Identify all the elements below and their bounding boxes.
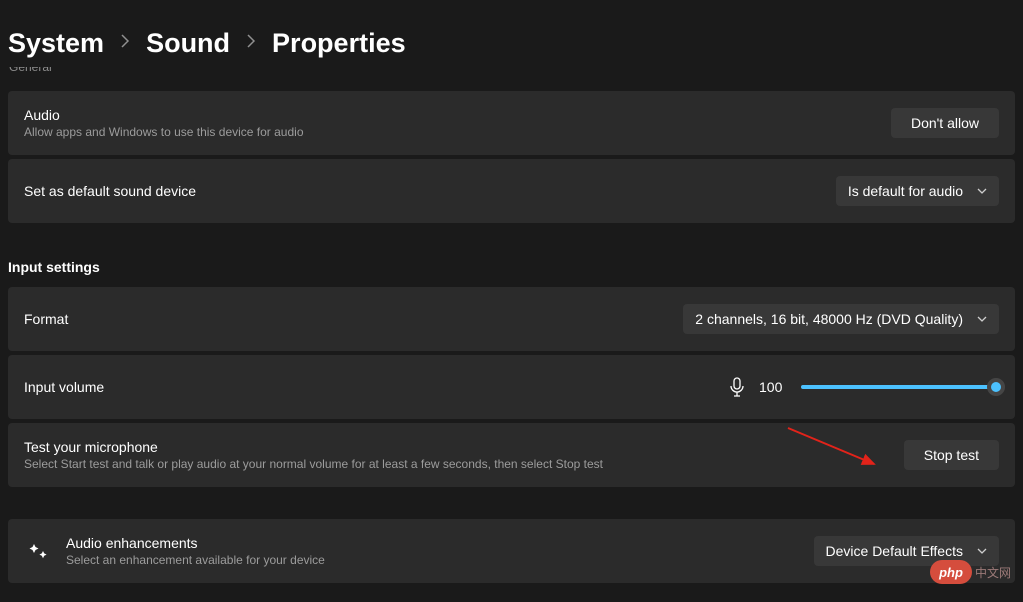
stop-test-button[interactable]: Stop test xyxy=(904,440,999,470)
audio-desc: Allow apps and Windows to use this devic… xyxy=(24,125,304,139)
enhancements-title: Audio enhancements xyxy=(66,535,325,551)
enhancements-desc: Select an enhancement available for your… xyxy=(66,553,325,567)
format-value: 2 channels, 16 bit, 48000 Hz (DVD Qualit… xyxy=(695,311,963,327)
test-mic-panel: Test your microphone Select Start test a… xyxy=(8,423,1015,487)
dont-allow-button[interactable]: Don't allow xyxy=(891,108,999,138)
section-header-general: General xyxy=(9,67,52,75)
chevron-right-icon xyxy=(246,34,256,53)
test-mic-title: Test your microphone xyxy=(24,439,603,455)
input-volume-title: Input volume xyxy=(24,379,104,395)
default-device-value: Is default for audio xyxy=(848,183,963,199)
input-volume-panel: Input volume 100 xyxy=(8,355,1015,419)
default-device-title: Set as default sound device xyxy=(24,183,196,199)
chevron-down-icon xyxy=(977,316,987,322)
default-device-panel: Set as default sound device Is default f… xyxy=(8,159,1015,223)
format-dropdown[interactable]: 2 channels, 16 bit, 48000 Hz (DVD Qualit… xyxy=(683,304,999,334)
microphone-icon xyxy=(729,377,745,397)
volume-value: 100 xyxy=(759,379,787,395)
audio-title: Audio xyxy=(24,107,304,123)
format-panel: Format 2 channels, 16 bit, 48000 Hz (DVD… xyxy=(8,287,1015,351)
test-mic-desc: Select Start test and talk or play audio… xyxy=(24,457,603,471)
effects-icon xyxy=(28,541,48,561)
default-device-dropdown[interactable]: Is default for audio xyxy=(836,176,999,206)
enhancements-dropdown[interactable]: Device Default Effects xyxy=(814,536,999,566)
breadcrumb-properties: Properties xyxy=(272,28,406,59)
audio-allow-panel: Audio Allow apps and Windows to use this… xyxy=(8,91,1015,155)
audio-enhancements-panel: Audio enhancements Select an enhancement… xyxy=(8,519,1015,583)
breadcrumb: System Sound Properties xyxy=(0,0,1023,77)
chevron-down-icon xyxy=(977,548,987,554)
slider-thumb[interactable] xyxy=(987,378,1005,396)
volume-slider[interactable] xyxy=(801,385,999,389)
input-settings-header: Input settings xyxy=(0,251,1023,287)
breadcrumb-sound[interactable]: Sound xyxy=(146,28,230,59)
breadcrumb-system[interactable]: System xyxy=(8,28,104,59)
chevron-right-icon xyxy=(120,34,130,53)
format-title: Format xyxy=(24,311,68,327)
enhancements-value: Device Default Effects xyxy=(826,543,963,559)
chevron-down-icon xyxy=(977,188,987,194)
